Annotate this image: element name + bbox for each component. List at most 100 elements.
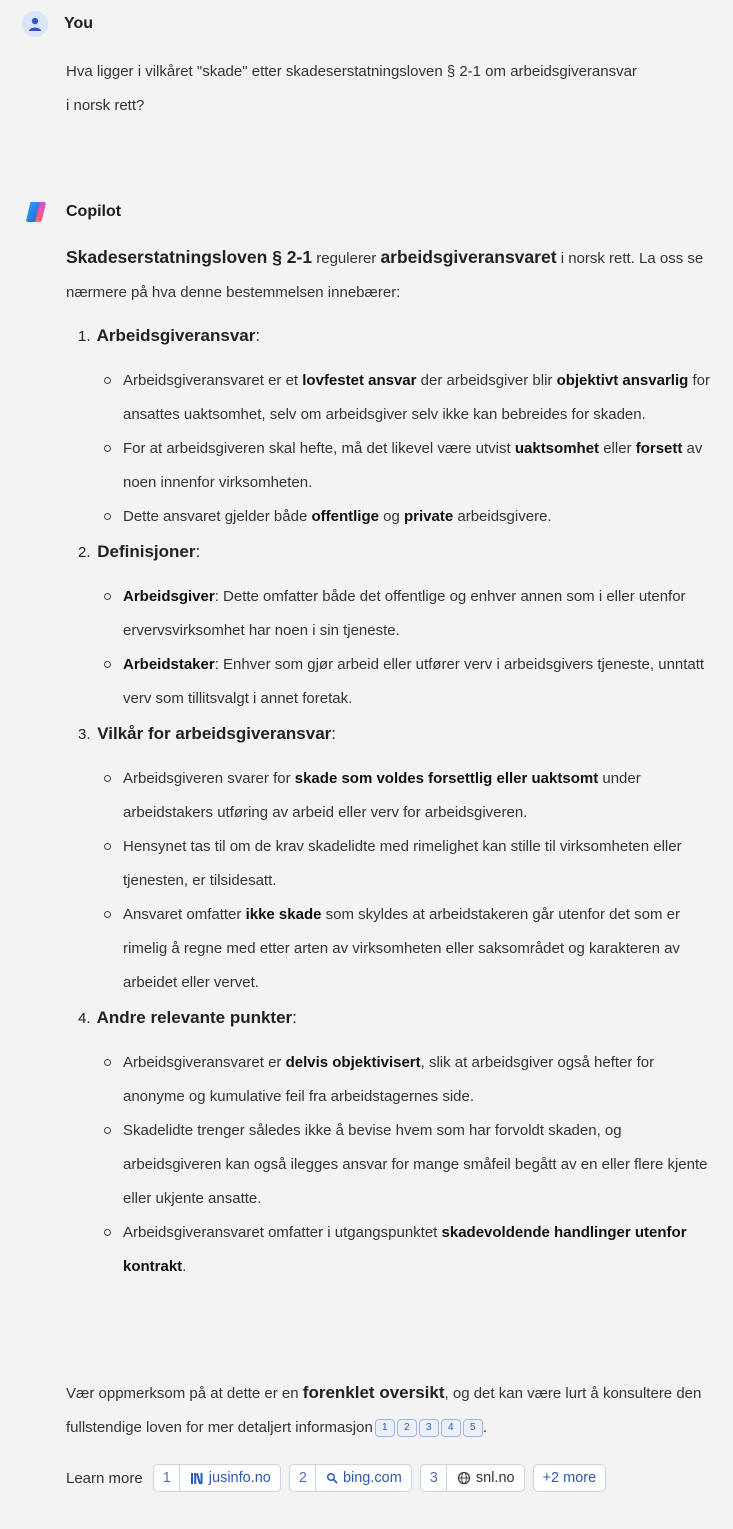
answer-section: 2. Definisjoner: Arbeidsgiver: Dette omfa…: [66, 538, 716, 716]
section-number: 1.: [78, 328, 91, 345]
bullet-text: eller: [599, 440, 636, 457]
section-number: 2.: [78, 544, 91, 561]
copilot-logo-icon: [26, 202, 46, 222]
bullet-text: og: [378, 508, 404, 525]
bullet-text: arbeidsgivere.: [453, 508, 552, 525]
section-title-colon: :: [255, 326, 261, 345]
section-title: 2. Definisjoner:: [78, 538, 716, 566]
answer-section: 4. Andre relevante punkter: Arbeidsgivera…: [66, 1004, 716, 1284]
user-name: You: [64, 15, 94, 32]
bold-term: Arbeidstaker: [123, 656, 215, 673]
bullet-item: Arbeidstaker: Enhver som gjør arbeid ell…: [66, 648, 716, 716]
source-site: snl.no: [475, 1470, 515, 1486]
answer-sections: 1. Arbeidsgiveransvar: Arbeidsgiveransvar…: [66, 322, 716, 1288]
user-question: Hva ligger i vilkåret "skade" etter skad…: [66, 55, 716, 123]
source-number: 3: [430, 1465, 447, 1491]
section-title-text: Definisjoner: [97, 542, 196, 561]
globe-icon: [457, 1471, 471, 1485]
citation-link[interactable]: 1: [374, 1419, 395, 1437]
closing-paragraph: Vær oppmerksom på at dette er en forenkl…: [66, 1383, 702, 1437]
answer-section: 3. Vilkår for arbeidsgiveransvar: Arbeids…: [66, 720, 716, 1000]
user-message-header: You: [22, 11, 93, 37]
citation-link[interactable]: 2: [396, 1419, 417, 1437]
section-number: 4.: [78, 1010, 91, 1027]
more-sources-label: +2 more: [542, 1470, 597, 1486]
section-title-colon: :: [331, 724, 337, 743]
books-icon: [190, 1471, 204, 1485]
bullet-list: Arbeidsgiveransvaret er delvis objektivi…: [66, 1046, 716, 1284]
bullet-text: Arbeidsgiveransvaret omfatter i utgangsp…: [123, 1224, 442, 1241]
bold-term: forsett: [635, 440, 683, 457]
section-title: 4. Andre relevante punkter:: [78, 1004, 716, 1032]
citation-link[interactable]: 4: [440, 1419, 461, 1437]
bullet-item: For at arbeidsgiveren skal hefte, må det…: [66, 432, 716, 500]
source-number: 2: [299, 1465, 316, 1491]
bullet-item: Dette ansvaret gjelder både offentlige o…: [66, 500, 716, 534]
user-question-line: i norsk rett?: [66, 97, 145, 114]
bullet-list: Arbeidsgiveransvaret er et lovfestet ans…: [66, 364, 716, 534]
bullet-item: Hensynet tas til om de krav skadelidte m…: [66, 830, 716, 898]
bullet-text: der arbeidsgiver blir: [416, 372, 557, 389]
bold-term: ikke skade: [245, 906, 322, 923]
bullet-item: Arbeidsgiver: Dette omfatter både det of…: [66, 580, 716, 648]
source-site: bing.com: [342, 1470, 402, 1486]
bullet-text: Ansvaret omfatter: [123, 906, 246, 923]
citation-link[interactable]: 5: [462, 1419, 483, 1437]
closing-text: Vær oppmerksom på at dette er en: [66, 1385, 303, 1402]
section-title-colon: :: [195, 542, 201, 561]
bullet-item: Arbeidsgiveransvaret omfatter i utgangsp…: [66, 1216, 716, 1284]
intro-law: Skadeserstatningsloven § 2-1: [66, 247, 313, 267]
user-question-line: Hva ligger i vilkåret "skade" etter skad…: [66, 63, 637, 80]
bullet-item: Arbeidsgiveransvaret er et lovfestet ans…: [66, 364, 716, 432]
bullet-item: Arbeidsgiveren svarer for skade som vold…: [66, 762, 716, 830]
bullet-text: Hensynet tas til om de krav skadelidte m…: [123, 838, 682, 889]
bold-term: lovfestet ansvar: [302, 372, 417, 389]
answer-section: 1. Arbeidsgiveransvar: Arbeidsgiveransvar…: [66, 322, 716, 534]
section-number: 3.: [78, 726, 91, 743]
section-title: 3. Vilkår for arbeidsgiveransvar:: [78, 720, 716, 748]
citation-link[interactable]: 3: [418, 1419, 439, 1437]
bullet-text: Dette ansvaret gjelder både: [123, 508, 312, 525]
bullet-list: Arbeidsgiveren svarer for skade som vold…: [66, 762, 716, 1000]
bold-term: delvis objektivisert: [285, 1054, 421, 1071]
intro-term: arbeidsgiveransvaret: [380, 247, 557, 267]
section-title-colon: :: [292, 1008, 297, 1027]
bullet-text: Arbeidsgiveren svarer for: [123, 770, 295, 787]
bold-term: uaktsomhet: [514, 440, 600, 457]
section-title-text: Andre relevante punkter: [96, 1008, 293, 1027]
bullet-text: .: [182, 1258, 187, 1275]
citation-list: 12345: [373, 1419, 483, 1437]
bullet-item: Arbeidsgiveransvaret er delvis objektivi…: [66, 1046, 716, 1114]
bullet-item: Ansvaret omfatter ikke skade som skyldes…: [66, 898, 716, 1000]
bullet-text: For at arbeidsgiveren skal hefte, må det…: [123, 440, 515, 457]
bold-term: skade som voldes forsettlig eller uaktso…: [294, 770, 599, 787]
copilot-name: Copilot: [66, 203, 122, 220]
intro-text: regulerer: [312, 250, 381, 267]
bold-term: offentlige: [311, 508, 379, 525]
section-title: 1. Arbeidsgiveransvar:: [78, 322, 716, 350]
source-chip-snl[interactable]: 3 snl.no: [419, 1464, 525, 1492]
learn-more-bar: Learn more 1 jusinfo.no 2 bing.com 3 snl…: [66, 1464, 614, 1492]
copilot-intro: Skadeserstatningsloven § 2-1 regulerer a…: [66, 240, 716, 310]
bullet-text: Arbeidsgiveransvaret er et: [123, 372, 303, 389]
bold-term: Arbeidsgiver: [123, 588, 215, 605]
bold-term: private: [403, 508, 454, 525]
user-avatar-icon: [22, 11, 48, 37]
bullet-text: Arbeidsgiveransvaret er: [123, 1054, 286, 1071]
source-number: 1: [163, 1465, 180, 1491]
copilot-message-header: Copilot: [22, 198, 121, 226]
section-title-text: Arbeidsgiveransvar: [96, 326, 256, 345]
bullet-text: Skadelidte trenger således ikke å bevise…: [123, 1122, 708, 1207]
source-chip-jusinfo[interactable]: 1 jusinfo.no: [152, 1464, 281, 1492]
search-icon: [326, 1472, 338, 1484]
bullet-item: Skadelidte trenger således ikke å bevise…: [66, 1114, 716, 1216]
source-site: jusinfo.no: [208, 1470, 271, 1486]
bullet-list: Arbeidsgiver: Dette omfatter både det of…: [66, 580, 716, 716]
bold-term: objektivt ansvarlig: [556, 372, 689, 389]
learn-more-label: Learn more: [66, 1469, 143, 1487]
closing-emphasis: forenklet oversikt: [302, 1383, 445, 1402]
more-sources-button[interactable]: +2 more: [532, 1464, 607, 1492]
source-chip-bing[interactable]: 2 bing.com: [288, 1464, 412, 1492]
chat-transcript: You Hva ligger i vilkåret "skade" etter …: [0, 0, 733, 1529]
section-title-text: Vilkår for arbeidsgiveransvar: [97, 724, 332, 743]
